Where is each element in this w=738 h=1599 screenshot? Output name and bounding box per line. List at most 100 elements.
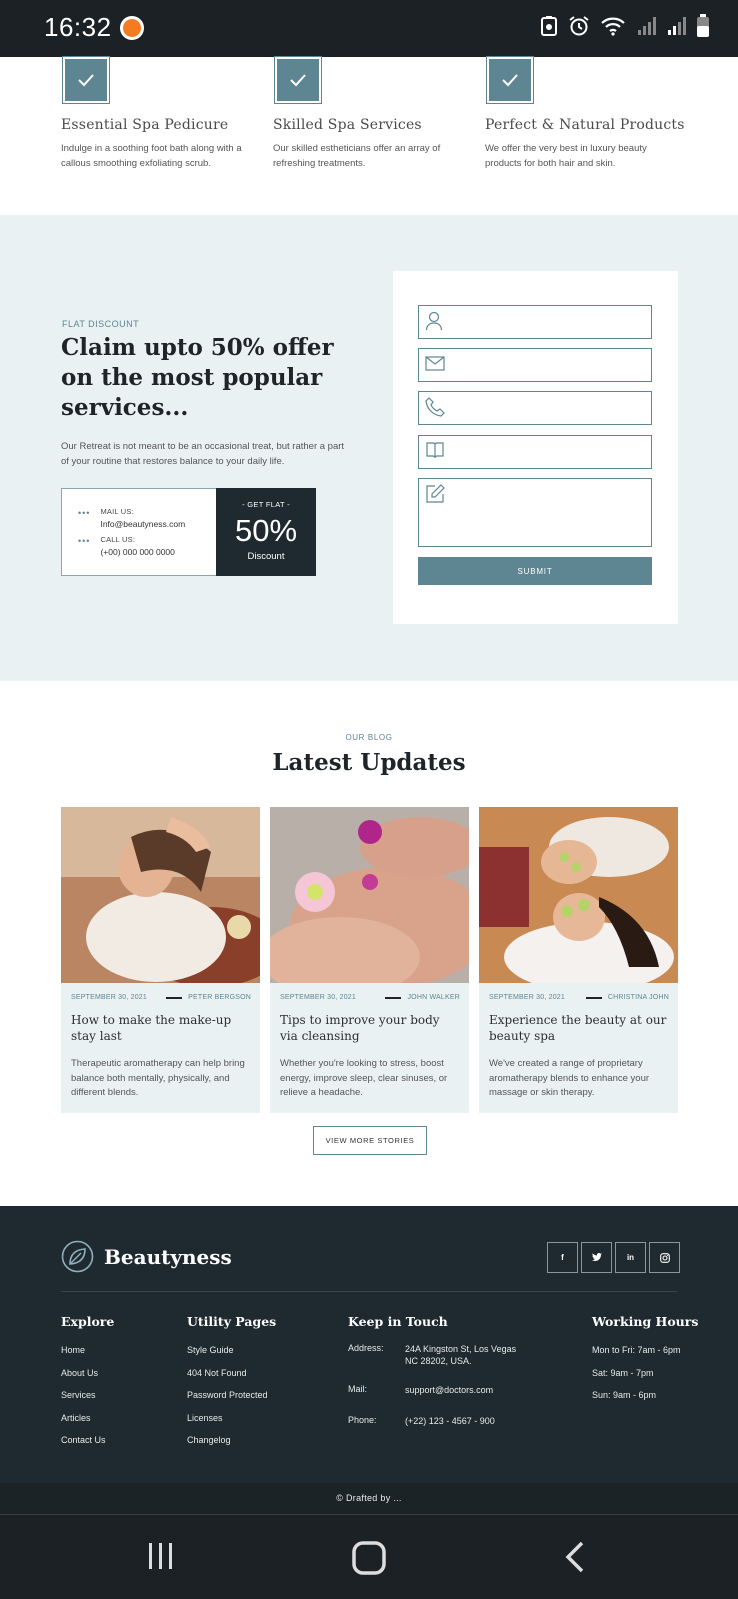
feature-item: Essential Spa Pedicure Indulge in a soot… xyxy=(61,56,261,171)
footer-brand: Beautyness xyxy=(104,1244,232,1269)
footer-logo[interactable]: Beautyness xyxy=(61,1240,232,1273)
footer-mail-label: Mail: xyxy=(348,1384,368,1394)
check-icon xyxy=(274,56,322,104)
post-desc: Whether you're looking to stress, boost … xyxy=(280,1058,448,1098)
blog-card[interactable]: SEPTEMBER 30, 2021 PETER BERGSON How to … xyxy=(61,807,260,1113)
mail-icon xyxy=(425,356,445,371)
call-label: CALL US: xyxy=(100,535,136,544)
post-title[interactable]: Tips to improve your body via cleansing xyxy=(280,1012,460,1044)
back-icon[interactable] xyxy=(564,1541,586,1573)
feature-desc: Our skilled estheticians offer an array … xyxy=(273,143,441,169)
leaf-logo-icon xyxy=(61,1240,94,1273)
message-field[interactable] xyxy=(418,478,652,547)
facial-massage-image[interactable] xyxy=(61,807,260,983)
footer-link-style-guide[interactable]: Style Guide xyxy=(187,1345,276,1368)
footer-link-changelog[interactable]: Changelog xyxy=(187,1435,276,1458)
user-icon xyxy=(425,311,443,331)
explore-heading: Explore xyxy=(61,1314,115,1329)
hours-heading: Working Hours xyxy=(592,1314,699,1329)
signal-icon-2 xyxy=(668,17,686,35)
status-icons xyxy=(540,14,710,38)
foot-spa-image[interactable] xyxy=(270,807,469,983)
footer-divider xyxy=(61,1291,677,1292)
feature-title: Essential Spa Pedicure xyxy=(61,117,229,133)
post-date: SEPTEMBER 30, 2021 xyxy=(489,994,565,1001)
mail-row: Mail: support@doctors.com xyxy=(348,1384,558,1415)
phone-field[interactable] xyxy=(418,391,652,425)
home-icon[interactable] xyxy=(352,1541,386,1575)
utility-heading: Utility Pages xyxy=(187,1314,277,1329)
footer-phone-label: Phone: xyxy=(348,1415,377,1425)
discount-box: - GET FLAT - 50% Discount xyxy=(216,488,316,576)
submit-button[interactable]: SUBMIT xyxy=(418,557,652,585)
offer-headline: Claim upto 50% offer on the most popular… xyxy=(61,334,334,421)
linkedin-icon[interactable]: in xyxy=(615,1242,646,1273)
keep-heading: Keep in Touch xyxy=(348,1314,448,1329)
booking-form: SUBMIT xyxy=(393,271,678,624)
post-title[interactable]: Experience the beauty at our beauty spa xyxy=(489,1012,669,1044)
dots-icon: ••• xyxy=(78,508,91,518)
check-icon xyxy=(62,56,110,104)
working-hours-column: Working Hours Mon to Fri: 7am - 6pm Sat:… xyxy=(592,1314,698,1413)
service-field[interactable] xyxy=(418,435,652,469)
footer-link-404[interactable]: 404 Not Found xyxy=(187,1368,276,1391)
social-links: f in xyxy=(547,1242,680,1273)
phone-row: Phone: (+22) 123 - 4567 - 900 xyxy=(348,1415,558,1427)
footer-link-about[interactable]: About Us xyxy=(61,1368,114,1391)
status-time: 16:32 xyxy=(44,12,112,42)
recycle-icon xyxy=(541,16,557,36)
view-more-stories-button[interactable]: VIEW MORE STORIES xyxy=(313,1126,427,1155)
mail-value[interactable]: Info@beautyness.com xyxy=(100,519,185,529)
discount-percent: 50% xyxy=(234,513,298,548)
dots-icon: ••• xyxy=(78,536,91,546)
mail-row: ••• MAIL US: Info@beautyness.com xyxy=(78,507,185,529)
feature-desc: Indulge in a soothing foot bath along wi… xyxy=(61,143,242,169)
email-field[interactable] xyxy=(418,348,652,382)
call-row: ••• CALL US: (+00) 000 000 0000 xyxy=(78,535,175,557)
couple-spa-image[interactable] xyxy=(479,807,678,983)
post-meta: SEPTEMBER 30, 2021 PETER BERGSON xyxy=(71,994,251,1001)
feature-title: Perfect & Natural Products xyxy=(485,117,685,133)
book-icon xyxy=(426,442,444,459)
footer-link-services[interactable]: Services xyxy=(61,1390,114,1413)
call-value[interactable]: (+00) 000 000 0000 xyxy=(100,547,174,557)
keep-in-touch-column: Keep in Touch Address: 24A Kingston St, … xyxy=(348,1314,558,1427)
edit-icon xyxy=(426,484,445,503)
feature-item: Skilled Spa Services Our skilled estheti… xyxy=(273,56,473,171)
footer-link-password[interactable]: Password Protected xyxy=(187,1390,276,1413)
footer-link-home[interactable]: Home xyxy=(61,1345,114,1368)
post-author: JOHN WALKER xyxy=(407,994,460,1001)
name-field[interactable] xyxy=(418,305,652,339)
hours-weekdays: Mon to Fri: 7am - 6pm xyxy=(592,1345,681,1355)
features-section: Essential Spa Pedicure Indulge in a soot… xyxy=(0,56,738,215)
footer-mail-value[interactable]: support@doctors.com xyxy=(405,1384,525,1415)
signal-icon-1 xyxy=(638,17,656,35)
get-flat-label: - GET FLAT - xyxy=(242,500,290,509)
post-desc: Therapeutic aromatherapy can help bring … xyxy=(71,1058,245,1098)
post-author: PETER BERGSON xyxy=(188,994,251,1001)
post-title[interactable]: How to make the make-up stay last xyxy=(71,1012,251,1044)
explore-column: Explore Home About Us Services Articles … xyxy=(61,1314,114,1458)
twitter-icon[interactable] xyxy=(581,1242,612,1273)
address-label: Address: xyxy=(348,1343,384,1353)
address-row: Address: 24A Kingston St, Los Vegas NC 2… xyxy=(348,1343,558,1384)
phone-icon xyxy=(425,397,445,417)
instagram-icon[interactable] xyxy=(649,1242,680,1273)
blog-title: Latest Updates xyxy=(272,749,466,776)
blog-card[interactable]: SEPTEMBER 30, 2021 CHRISTINA JOHN Experi… xyxy=(479,807,678,1113)
blog-card[interactable]: SEPTEMBER 30, 2021 JOHN WALKER Tips to i… xyxy=(270,807,469,1113)
status-bar: 16:32 xyxy=(0,0,738,57)
feature-desc: We offer the very best in luxury beauty … xyxy=(485,143,647,169)
recent-apps-icon[interactable] xyxy=(146,1541,176,1571)
app-notification-icon xyxy=(120,16,144,40)
post-desc: We've created a range of proprietary aro… xyxy=(489,1058,650,1098)
contact-box: ••• MAIL US: Info@beautyness.com ••• CAL… xyxy=(61,488,217,576)
address-value: 24A Kingston St, Los Vegas NC 28202, USA… xyxy=(405,1344,517,1366)
footer: Beautyness f in Explore Home About Us Se… xyxy=(0,1206,738,1483)
footer-link-licenses[interactable]: Licenses xyxy=(187,1413,276,1436)
footer-link-contact[interactable]: Contact Us xyxy=(61,1435,114,1458)
facebook-icon[interactable]: f xyxy=(547,1242,578,1273)
footer-phone-value[interactable]: (+22) 123 - 4567 - 900 xyxy=(405,1415,525,1427)
footer-link-articles[interactable]: Articles xyxy=(61,1413,114,1436)
battery-icon xyxy=(697,14,709,37)
